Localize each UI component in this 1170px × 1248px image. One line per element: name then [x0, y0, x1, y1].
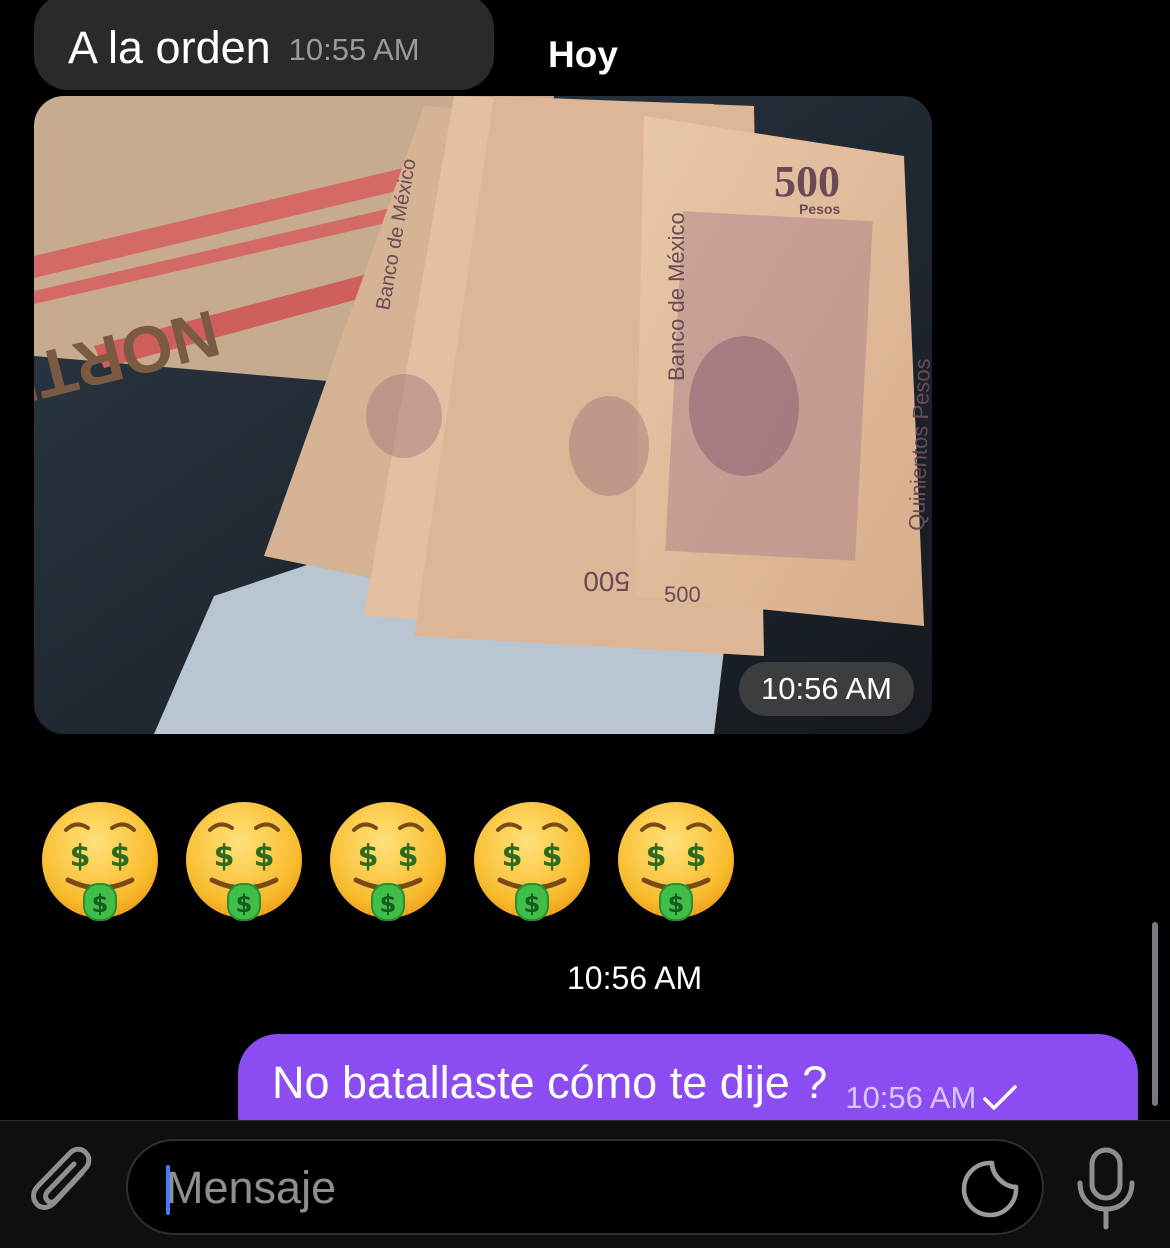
svg-text:$: $ [380, 890, 397, 918]
svg-text:$: $ [358, 839, 379, 874]
banknote-words: Quinientos Pesos [904, 358, 932, 531]
money-mouth-face-emoji: $ $ $ [328, 800, 448, 924]
banknote-number-back: 500 [583, 566, 630, 597]
svg-text:$: $ [686, 839, 707, 874]
money-mouth-face-emoji: $ $ $ [616, 800, 736, 924]
message-meta: 10:56 AM [845, 1080, 1018, 1116]
chat-history[interactable]: A la orden 10:55 AM Hoy NORTE 500 Pesos … [0, 0, 1170, 1120]
message-text: No batallaste cómo te dije ? [272, 1057, 828, 1108]
svg-text:$: $ [524, 890, 541, 918]
message-time: 10:55 AM [288, 32, 420, 67]
money-mouth-face-emoji: $ $ $ [184, 800, 304, 924]
banknote-denomination: 500 [774, 157, 840, 206]
chat-scrollbar[interactable] [1152, 922, 1158, 1106]
check-icon [983, 1085, 1018, 1110]
message-composer [0, 1120, 1170, 1248]
outgoing-message-bubble[interactable]: No batallaste cómo te dije ? 10:56 AM [238, 1034, 1138, 1120]
photo-time: 10:56 AM [739, 662, 914, 716]
message-time: 10:56 AM [845, 1080, 977, 1115]
message-input-container[interactable] [126, 1139, 1044, 1235]
incoming-message-bubble[interactable]: A la orden 10:55 AM [34, 0, 494, 90]
paperclip-icon [31, 1146, 92, 1210]
svg-text:$: $ [646, 839, 667, 874]
banknote-currency: Pesos [799, 201, 840, 217]
money-mouth-face-emoji: $ $ $ [472, 800, 592, 924]
message-input[interactable] [166, 1157, 946, 1219]
svg-text:$: $ [214, 839, 235, 874]
bank-name-front: Banco de México [664, 212, 689, 381]
message-text: A la orden [68, 22, 271, 73]
svg-text:$: $ [398, 839, 419, 874]
svg-text:$: $ [542, 839, 563, 874]
voice-message-button[interactable] [1074, 1147, 1138, 1231]
svg-text:$: $ [92, 890, 109, 918]
emoji-message-time: 10:56 AM [567, 960, 703, 996]
attach-button[interactable] [30, 1145, 98, 1225]
microphone-icon [1077, 1147, 1135, 1230]
sticker-icon [961, 1160, 1019, 1218]
svg-text:$: $ [236, 890, 253, 918]
emoji-message[interactable]: $ $ $ $ $ $ $ $ $ $ $ $ $ $ $ [40, 800, 736, 924]
day-separator: Hoy [548, 34, 618, 75]
sticker-button[interactable] [960, 1159, 1020, 1219]
svg-text:$: $ [502, 839, 523, 874]
money-mouth-face-emoji: $ $ $ [40, 800, 160, 924]
banknote-number-front: 500 [664, 582, 701, 607]
photo-message[interactable]: NORTE 500 Pesos Banco de México Banco de… [34, 96, 932, 734]
svg-text:$: $ [668, 890, 685, 918]
svg-text:$: $ [70, 839, 91, 874]
banknotes-photo: NORTE 500 Pesos Banco de México Banco de… [34, 96, 932, 734]
svg-text:$: $ [254, 839, 275, 874]
svg-text:$: $ [110, 839, 131, 874]
